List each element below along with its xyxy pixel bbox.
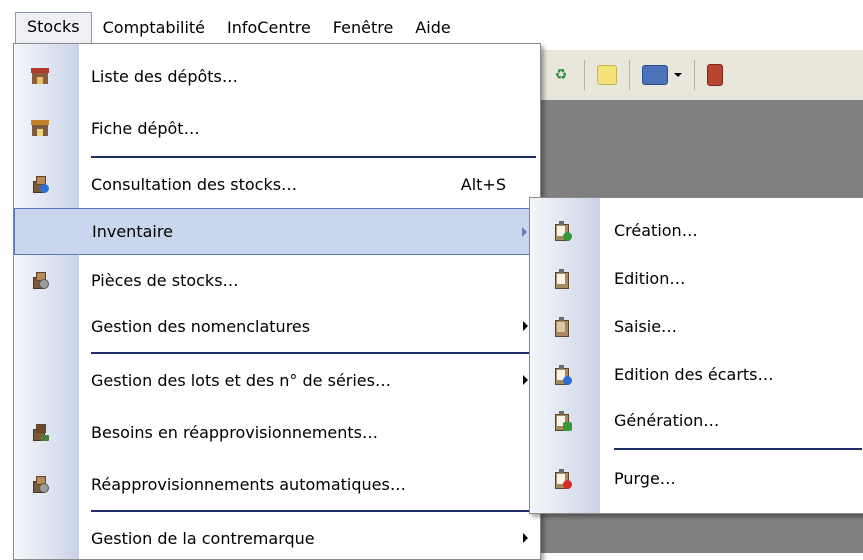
submenu-item-purge[interactable]: Purge…	[530, 456, 863, 500]
menu-item-label: Réapprovisionnements automatiques…	[91, 474, 406, 494]
menu-separator	[91, 352, 536, 354]
menu-item-fiche-depot[interactable]: Fiche dépôt…	[14, 106, 540, 150]
menu-item-pieces-stocks[interactable]: Pièces de stocks…	[14, 258, 540, 302]
submenu-arrow-icon	[523, 533, 528, 543]
menu-item-label: Besoins en réapprovisionnements…	[91, 422, 379, 442]
note-icon[interactable]	[597, 65, 617, 85]
toolbar-separator	[629, 60, 630, 90]
submenu-arrow-icon	[522, 226, 527, 237]
menu-item-label: Gestion des lots et des n° de séries…	[91, 370, 391, 390]
menu-item-inventaire[interactable]: Inventaire	[14, 208, 540, 255]
menu-item-label: Gestion de la contremarque	[91, 528, 315, 548]
menu-item-label: Génération…	[614, 410, 720, 430]
menu-item-lots-series[interactable]: Gestion des lots et des n° de séries…	[14, 358, 540, 402]
refresh-icon[interactable]: ♻	[550, 64, 572, 86]
submenu-arrow-icon	[523, 321, 528, 331]
inventory-entry-icon	[552, 316, 572, 337]
submenu-arrow-icon	[523, 375, 528, 385]
menu-stocks[interactable]: Stocks	[15, 12, 92, 44]
stocks-menu: Liste des dépôts… Fiche dépôt… Consultat…	[13, 43, 541, 560]
menu-bar: Stocks Comptabilité InfoCentre Fenêtre A…	[0, 0, 863, 44]
toolbar: ♻	[540, 50, 863, 101]
menu-aide[interactable]: Aide	[404, 13, 461, 43]
menu-item-reappro-auto[interactable]: Réapprovisionnements automatiques…	[14, 462, 540, 506]
exit-icon[interactable]	[707, 64, 723, 86]
depot-icon	[30, 66, 50, 86]
shortcut-label: Alt+S	[460, 174, 506, 194]
menu-item-label: Purge…	[614, 468, 676, 488]
menu-item-consultation-stocks[interactable]: Consultation des stocks… Alt+S	[14, 162, 540, 206]
submenu-item-saisie[interactable]: Saisie…	[530, 304, 863, 348]
replenishment-needs-icon	[30, 422, 50, 442]
inventory-create-icon	[552, 220, 572, 241]
inventory-purge-icon	[552, 468, 572, 489]
inventaire-submenu: Création… Edition… Saisie… Edition des é…	[529, 197, 863, 514]
toolbar-separator	[584, 60, 585, 90]
menu-item-label: Pièces de stocks…	[91, 270, 239, 290]
chart-dropdown-icon[interactable]	[642, 65, 668, 85]
submenu-item-creation[interactable]: Création…	[530, 208, 863, 252]
menu-comptabilite[interactable]: Comptabilité	[92, 13, 216, 43]
inventory-generate-icon	[552, 410, 572, 431]
toolbar-separator	[694, 60, 695, 90]
menu-item-label: Création…	[614, 220, 698, 240]
menu-item-contremarque[interactable]: Gestion de la contremarque	[14, 516, 540, 560]
menu-separator	[91, 510, 536, 512]
menu-infocentre[interactable]: InfoCentre	[216, 13, 322, 43]
menu-separator	[614, 448, 862, 450]
depot-card-icon	[30, 118, 50, 138]
menu-item-label: Consultation des stocks…	[91, 174, 298, 194]
stock-documents-icon	[30, 270, 50, 290]
menu-item-besoins-reappro[interactable]: Besoins en réapprovisionnements…	[14, 410, 540, 454]
menu-item-nomenclatures[interactable]: Gestion des nomenclatures	[14, 304, 540, 348]
auto-replenishment-icon	[30, 474, 50, 494]
inventory-edit-icon	[552, 268, 572, 289]
stock-query-icon	[30, 174, 50, 194]
menu-fenetre[interactable]: Fenêtre	[322, 13, 405, 43]
menu-item-label: Liste des dépôts…	[91, 66, 238, 86]
menu-item-label: Saisie…	[614, 316, 678, 336]
menu-separator	[91, 156, 536, 158]
menu-item-label: Fiche dépôt…	[91, 118, 200, 138]
menu-item-label: Inventaire	[92, 222, 173, 241]
menu-item-label: Edition…	[614, 268, 686, 288]
submenu-item-edition-ecarts[interactable]: Edition des écarts…	[530, 352, 863, 396]
menu-item-label: Edition des écarts…	[614, 364, 774, 384]
submenu-item-generation[interactable]: Génération…	[530, 398, 863, 442]
inventory-variance-icon	[552, 364, 572, 385]
menu-item-liste-depots[interactable]: Liste des dépôts…	[14, 54, 540, 98]
submenu-item-edition[interactable]: Edition…	[530, 256, 863, 300]
chevron-down-icon[interactable]	[674, 73, 682, 77]
menu-item-label: Gestion des nomenclatures	[91, 316, 311, 336]
